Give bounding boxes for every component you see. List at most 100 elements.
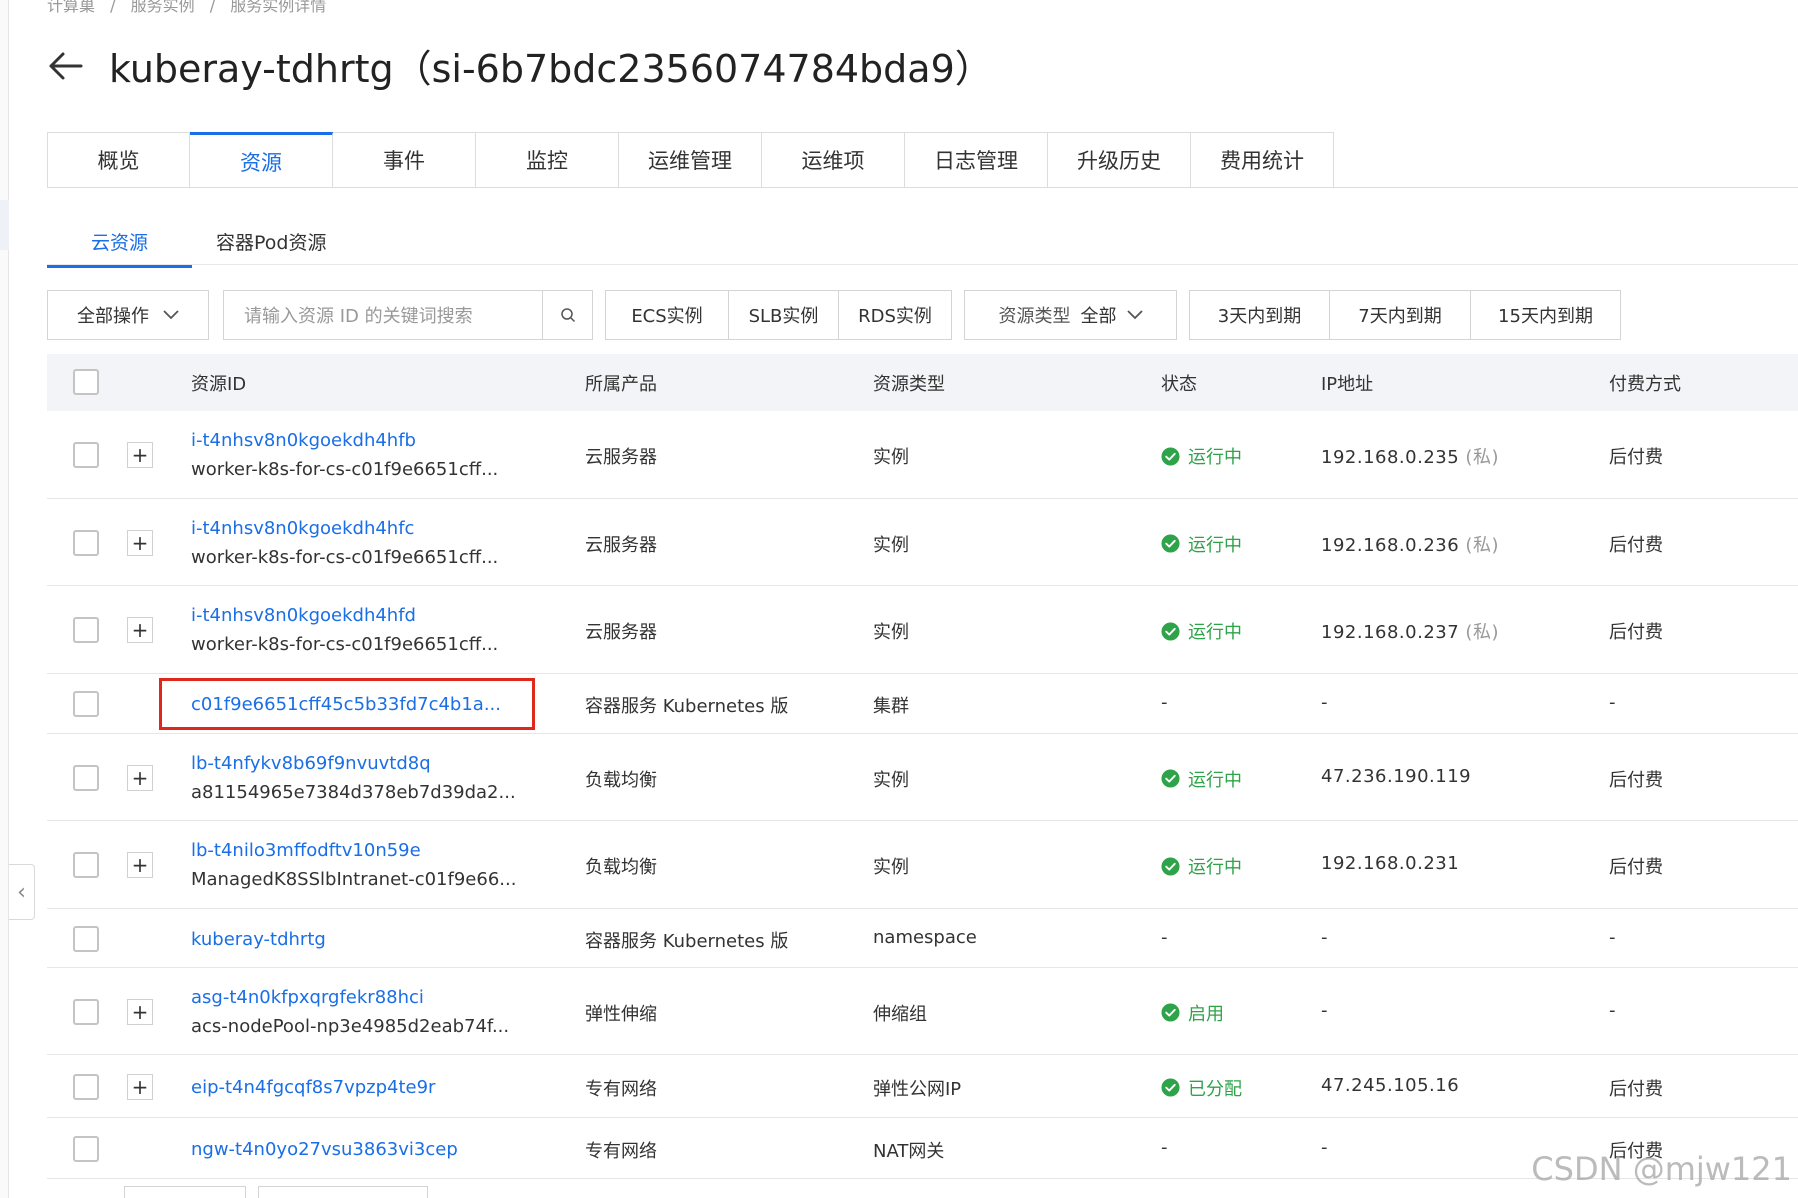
tab-4[interactable]: 运维管理 bbox=[619, 132, 762, 188]
expand-row-button[interactable]: + bbox=[127, 529, 153, 556]
resource-type-cell: 实例 bbox=[873, 769, 909, 791]
row-checkbox[interactable] bbox=[73, 852, 99, 878]
resource-type-dropdown[interactable]: 资源类型 全部 bbox=[964, 290, 1177, 340]
search-button[interactable] bbox=[542, 291, 592, 339]
tab-8[interactable]: 费用统计 bbox=[1191, 132, 1334, 188]
row-checkbox[interactable] bbox=[73, 998, 99, 1025]
status-text: 运行中 bbox=[1188, 622, 1242, 643]
collapse-sidebar-button[interactable]: ‹ bbox=[9, 864, 35, 920]
toolbar: 全部操作 请输入资源 ID 的关键词搜索 ECS实例 SLB实例 RDS实例 资源类… bbox=[47, 290, 1621, 340]
check-circle-icon bbox=[1161, 446, 1180, 466]
status-cell: 已分配 bbox=[1161, 1075, 1242, 1101]
status-text: 启用 bbox=[1188, 1003, 1224, 1025]
check-circle-icon bbox=[1161, 856, 1180, 876]
product-cell: 专有网络 bbox=[585, 1140, 657, 1162]
ip-cell: - bbox=[1321, 692, 1328, 713]
row-checkbox[interactable] bbox=[73, 529, 99, 556]
sub-tabs: 云资源 容器Pod资源 bbox=[47, 218, 394, 268]
chevron-down-icon bbox=[1126, 310, 1143, 320]
resource-id-link[interactable]: c01f9e6651cff45c5b33fd7c4b1a... bbox=[191, 690, 501, 719]
resource-type-value: 全部 bbox=[1080, 306, 1117, 327]
expand-row-button[interactable]: + bbox=[127, 442, 153, 468]
check-circle-icon bbox=[1161, 769, 1180, 788]
tab-7[interactable]: 升级历史 bbox=[1048, 132, 1191, 188]
bulk-actions-label: 全部操作 bbox=[77, 306, 149, 327]
tab-0[interactable]: 概览 bbox=[47, 132, 190, 188]
status-cell: 运行中 bbox=[1161, 618, 1242, 644]
table-row: + asg-t4n0kfpxqrgfekr88hci acs-nodePool-np… bbox=[47, 968, 1798, 1055]
bulk-actions-dropdown[interactable]: 全部操作 bbox=[47, 290, 209, 340]
ip-address: 47.245.105.16 bbox=[1321, 1074, 1460, 1096]
table-body: + i-t4nhsv8n0kgoekdh4hfb worker-k8s-for-cs… bbox=[47, 411, 1798, 1179]
ip-cell: - bbox=[1321, 927, 1328, 948]
row-checkbox[interactable] bbox=[73, 617, 99, 643]
watermark: CSDN @mjw121 bbox=[1531, 1150, 1792, 1188]
subtab-1[interactable]: 容器Pod资源 bbox=[216, 218, 326, 268]
expiry-filter-button[interactable]: 3天内到期 bbox=[1189, 290, 1330, 340]
product-cell: 负载均衡 bbox=[585, 769, 657, 791]
resource-id-cell: i-t4nhsv8n0kgoekdh4hfb worker-k8s-for-cs-… bbox=[191, 426, 498, 484]
resource-id-cell: i-t4nhsv8n0kgoekdh4hfd worker-k8s-for-cs-… bbox=[191, 601, 498, 659]
row-checkbox[interactable] bbox=[73, 764, 99, 791]
resource-id-link[interactable]: i-t4nhsv8n0kgoekdh4hfd bbox=[191, 601, 498, 630]
row-checkbox[interactable] bbox=[73, 691, 99, 717]
expand-row-button[interactable]: + bbox=[127, 1073, 153, 1100]
product-filter-group: ECS实例 SLB实例 RDS实例 bbox=[605, 290, 952, 340]
resource-type-cell: 实例 bbox=[873, 447, 909, 468]
status-cell: 运行中 bbox=[1161, 766, 1242, 792]
pagination-control[interactable] bbox=[258, 1186, 428, 1198]
tab-3[interactable]: 监控 bbox=[476, 132, 619, 188]
tab-1[interactable]: 资源 bbox=[190, 132, 333, 188]
back-arrow-icon[interactable] bbox=[47, 47, 85, 85]
tabs-divider bbox=[47, 187, 1798, 188]
table-header: 资源ID 所属产品 资源类型 状态 IP地址 付费方式 bbox=[47, 354, 1798, 411]
row-checkbox[interactable] bbox=[73, 1135, 99, 1162]
product-filter-button[interactable]: RDS实例 bbox=[839, 290, 952, 340]
resource-id-link[interactable]: i-t4nhsv8n0kgoekdh4hfc bbox=[191, 514, 498, 543]
resource-id-link[interactable]: lb-t4nilo3mffodftv10n59e bbox=[191, 836, 516, 865]
resource-id-link[interactable]: asg-t4n0kfpxqrgfekr88hci bbox=[191, 983, 509, 1012]
expand-row-button[interactable]: + bbox=[127, 617, 153, 643]
status-text: - bbox=[1161, 692, 1168, 713]
pagination-control[interactable] bbox=[124, 1186, 246, 1198]
expiry-filter-group: 3天内到期 7天内到期 15天内到期 bbox=[1189, 290, 1621, 340]
billing-cell: 后付费 bbox=[1609, 447, 1663, 468]
billing-cell: 后付费 bbox=[1609, 622, 1663, 643]
ip-cell: 47.245.105.16 bbox=[1321, 1075, 1459, 1096]
page-title: kuberay-tdhrtg（si-6b7bdc2356074784bda9） bbox=[109, 47, 993, 91]
ip-private-tag: (私) bbox=[1465, 447, 1499, 468]
resource-id-link[interactable]: eip-t4n4fgcqf8s7vpzp4te9r bbox=[191, 1073, 435, 1102]
resource-id-link[interactable]: i-t4nhsv8n0kgoekdh4hfb bbox=[191, 426, 498, 455]
expand-row-button[interactable]: + bbox=[127, 852, 153, 878]
subtab-0[interactable]: 云资源 bbox=[47, 218, 193, 268]
resource-id-cell: eip-t4n4fgcqf8s7vpzp4te9r bbox=[191, 1073, 435, 1102]
tab-6[interactable]: 日志管理 bbox=[905, 132, 1048, 188]
expand-row-button[interactable]: + bbox=[127, 764, 153, 791]
status-cell: 运行中 bbox=[1161, 853, 1242, 879]
rail-marker bbox=[0, 200, 9, 250]
breadcrumb-item[interactable]: 服务实例 bbox=[131, 0, 195, 15]
column-header: 资源ID bbox=[191, 373, 247, 395]
product-filter-button[interactable]: ECS实例 bbox=[605, 290, 729, 340]
product-cell: 云服务器 bbox=[585, 534, 657, 556]
product-cell: 负载均衡 bbox=[585, 857, 657, 878]
search-input[interactable]: 请输入资源 ID 的关键词搜索 bbox=[224, 291, 542, 339]
resource-id-link[interactable]: kuberay-tdhrtg bbox=[191, 925, 326, 954]
row-checkbox[interactable] bbox=[73, 1073, 99, 1100]
row-checkbox[interactable] bbox=[73, 925, 99, 952]
resource-id-link[interactable]: ngw-t4n0yo27vsu3863vi3cep bbox=[191, 1135, 458, 1164]
expand-row-button[interactable]: + bbox=[127, 998, 153, 1025]
tab-5[interactable]: 运维项 bbox=[762, 132, 905, 188]
resource-id-link[interactable]: lb-t4nfykv8b69f9nvuvtd8q bbox=[191, 749, 516, 778]
product-filter-button[interactable]: SLB实例 bbox=[729, 290, 839, 340]
ip-cell: 192.168.0.235 (私) bbox=[1321, 443, 1499, 469]
ip-address: - bbox=[1321, 926, 1328, 948]
ip-private-tag: (私) bbox=[1465, 622, 1499, 643]
row-checkbox[interactable] bbox=[73, 442, 99, 468]
expiry-filter-button[interactable]: 15天内到期 bbox=[1471, 290, 1621, 340]
select-all-checkbox[interactable] bbox=[73, 369, 99, 395]
expiry-filter-button[interactable]: 7天内到期 bbox=[1330, 290, 1471, 340]
tab-2[interactable]: 事件 bbox=[333, 132, 476, 188]
breadcrumb-item[interactable]: 计算巢 bbox=[47, 0, 95, 15]
product-cell: 专有网络 bbox=[585, 1078, 657, 1100]
